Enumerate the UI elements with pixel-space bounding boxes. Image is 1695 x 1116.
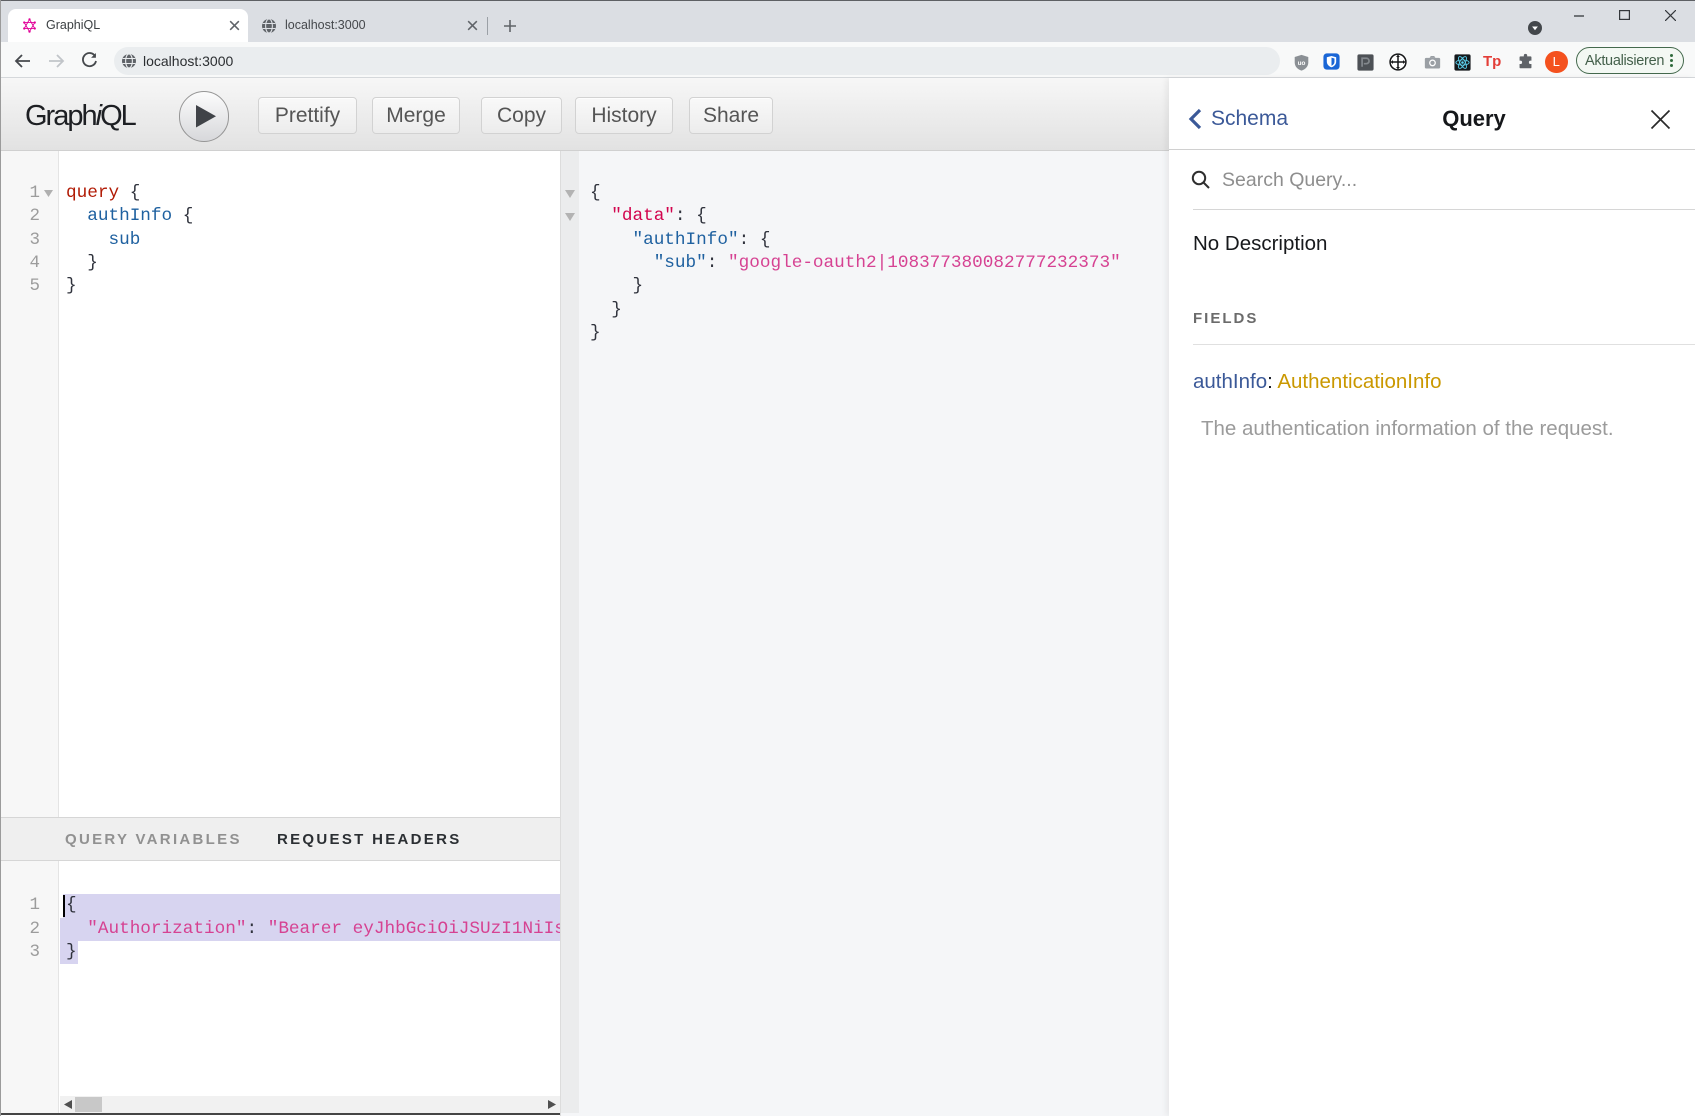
svg-text:uo: uo xyxy=(1297,60,1305,67)
